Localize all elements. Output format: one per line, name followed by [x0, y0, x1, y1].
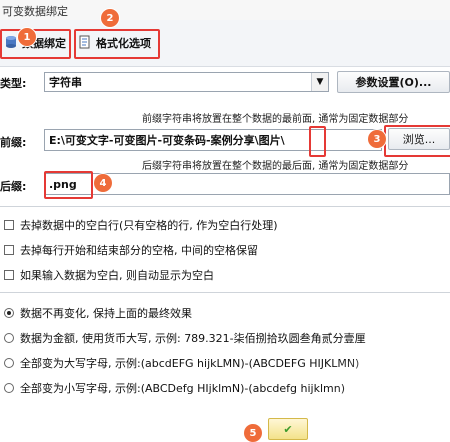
radio-label: 数据不再变化, 保持上面的最终效果 [20, 307, 192, 320]
edge-fade [330, 360, 450, 435]
radio-label: 全部变为大写字母, 示例:(abcdEFG hijkLMN)-(ABCDEFG … [20, 357, 360, 370]
step-badge-4: 4 [94, 174, 112, 192]
option-label: 去掉数据中的空白行(只有空格的行, 作为空白行处理) [20, 219, 278, 232]
highlight-box-4 [44, 171, 93, 199]
checkbox[interactable] [4, 220, 14, 230]
option-blank-if-empty[interactable]: 如果输入数据为空白, 则自动显示为空白 [4, 267, 214, 283]
prefix-label: 前缀: [0, 136, 27, 149]
param-settings-button[interactable]: 参数设置(O)... [337, 71, 450, 93]
prefix-input[interactable]: E:\可变文字-可变图片-可变条码-案例分享\图片\ [44, 129, 382, 151]
checkbox[interactable] [4, 245, 14, 255]
separator-2 [0, 292, 450, 293]
radio-lowercase[interactable]: 全部变为小写字母, 示例:(ABCDefg HIjklmN)-(abcdefg … [4, 380, 345, 396]
radio-label: 全部变为小写字母, 示例:(ABCDefg HIjklmN)-(abcdefg … [20, 382, 345, 395]
checkbox[interactable] [4, 270, 14, 280]
radio-label: 数据为金额, 使用货币大写, 示例: 789.321-柒佰捌拾玖圆叁角贰分壹厘 [20, 332, 366, 345]
option-label: 去掉每行开始和结束部分的空格, 中间的空格保留 [20, 244, 258, 257]
separator-1 [0, 206, 450, 207]
ok-button[interactable]: ✔ [268, 418, 308, 440]
suffix-note: 后缀字符串将放置在整个数据的最后面, 通常为固定数据部分 [142, 161, 409, 172]
radio-button[interactable] [4, 308, 14, 318]
toolbar: 数据绑定 格式化选项 [0, 20, 450, 67]
highlight-box-prefix-end [309, 126, 326, 157]
type-select-value: 字符串 [49, 76, 82, 89]
chevron-down-icon[interactable]: ▼ [311, 73, 328, 91]
window-titlebar: 可变数据绑定 [0, 0, 450, 21]
radio-button[interactable] [4, 333, 14, 343]
radio-uppercase[interactable]: 全部变为大写字母, 示例:(abcdEFG hijkLMN)-(ABCDEFG … [4, 355, 359, 371]
step-badge-5: 5 [244, 424, 262, 442]
step-badge-1: 1 [18, 28, 36, 46]
window-title: 可变数据绑定 [2, 5, 68, 18]
prefix-note: 前缀字符串将放置在整个数据的最前面, 通常为固定数据部分 [142, 114, 409, 125]
radio-currency[interactable]: 数据为金额, 使用货币大写, 示例: 789.321-柒佰捌拾玖圆叁角贰分壹厘 [4, 330, 366, 346]
highlight-box-3 [384, 125, 450, 157]
checkmark-icon: ✔ [283, 422, 293, 436]
radio-button[interactable] [4, 383, 14, 393]
option-trim-blank-lines[interactable]: 去掉数据中的空白行(只有空格的行, 作为空白行处理) [4, 217, 278, 233]
radio-button[interactable] [4, 358, 14, 368]
radio-selected-dot [7, 311, 11, 315]
option-trim-line-spaces[interactable]: 去掉每行开始和结束部分的空格, 中间的空格保留 [4, 242, 258, 258]
suffix-label: 后缀: [0, 180, 27, 193]
option-label: 如果输入数据为空白, 则自动显示为空白 [20, 269, 214, 282]
highlight-box-2 [74, 29, 160, 59]
radio-no-change[interactable]: 数据不再变化, 保持上面的最终效果 [4, 305, 192, 321]
step-badge-2: 2 [101, 9, 119, 27]
step-badge-3: 3 [368, 130, 386, 148]
type-select[interactable]: 字符串 ▼ [44, 72, 329, 92]
type-label: 类型: [0, 77, 27, 90]
